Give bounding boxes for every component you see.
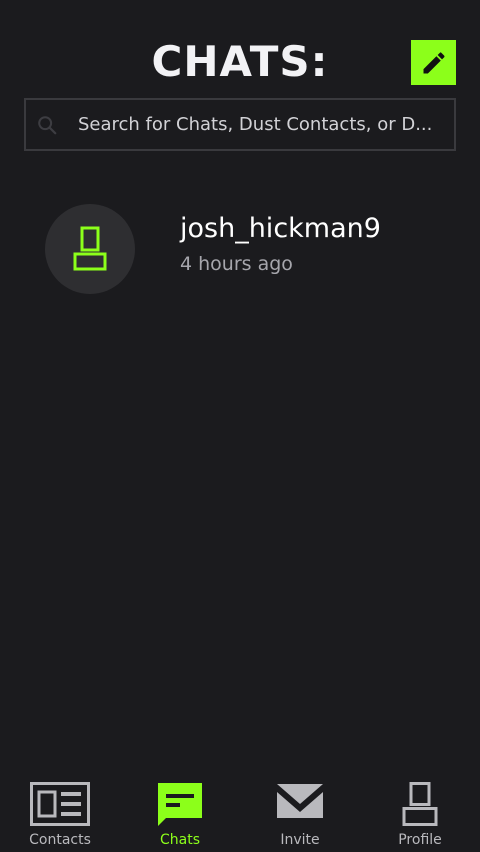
compose-button[interactable] <box>411 40 456 85</box>
pencil-icon <box>423 51 445 73</box>
envelope-icon <box>277 784 323 818</box>
header: CHATS: <box>0 0 480 96</box>
chat-list-item[interactable]: josh_hickman9 4 hours ago <box>0 190 480 310</box>
nav-label-invite: Invite <box>280 832 320 848</box>
chat-name: josh_hickman9 <box>180 213 381 244</box>
user-icon <box>73 226 107 271</box>
nav-label-chats: Chats <box>159 832 200 848</box>
nav-label-contacts: Contacts <box>29 832 91 848</box>
page-title: CHATS: <box>151 37 329 86</box>
user-icon <box>402 782 438 826</box>
contacts-card-icon <box>30 782 90 826</box>
avatar <box>45 204 135 294</box>
nav-invite[interactable]: Invite <box>240 772 360 852</box>
nav-contacts[interactable]: Contacts <box>0 772 120 852</box>
search-bar[interactable] <box>24 98 456 151</box>
bottom-nav: Contacts Chats Invite Profile <box>0 772 480 852</box>
nav-label-profile: Profile <box>398 832 442 848</box>
chat-bubble-icon <box>158 783 202 826</box>
search-input[interactable] <box>78 100 450 149</box>
nav-chats[interactable]: Chats <box>120 772 240 852</box>
chat-list: josh_hickman9 4 hours ago <box>0 190 480 310</box>
search-icon <box>38 116 57 135</box>
chats-screen: CHATS: josh_hickman9 4 hours ago <box>0 0 480 852</box>
chat-timestamp: 4 hours ago <box>180 253 293 275</box>
nav-profile[interactable]: Profile <box>360 772 480 852</box>
